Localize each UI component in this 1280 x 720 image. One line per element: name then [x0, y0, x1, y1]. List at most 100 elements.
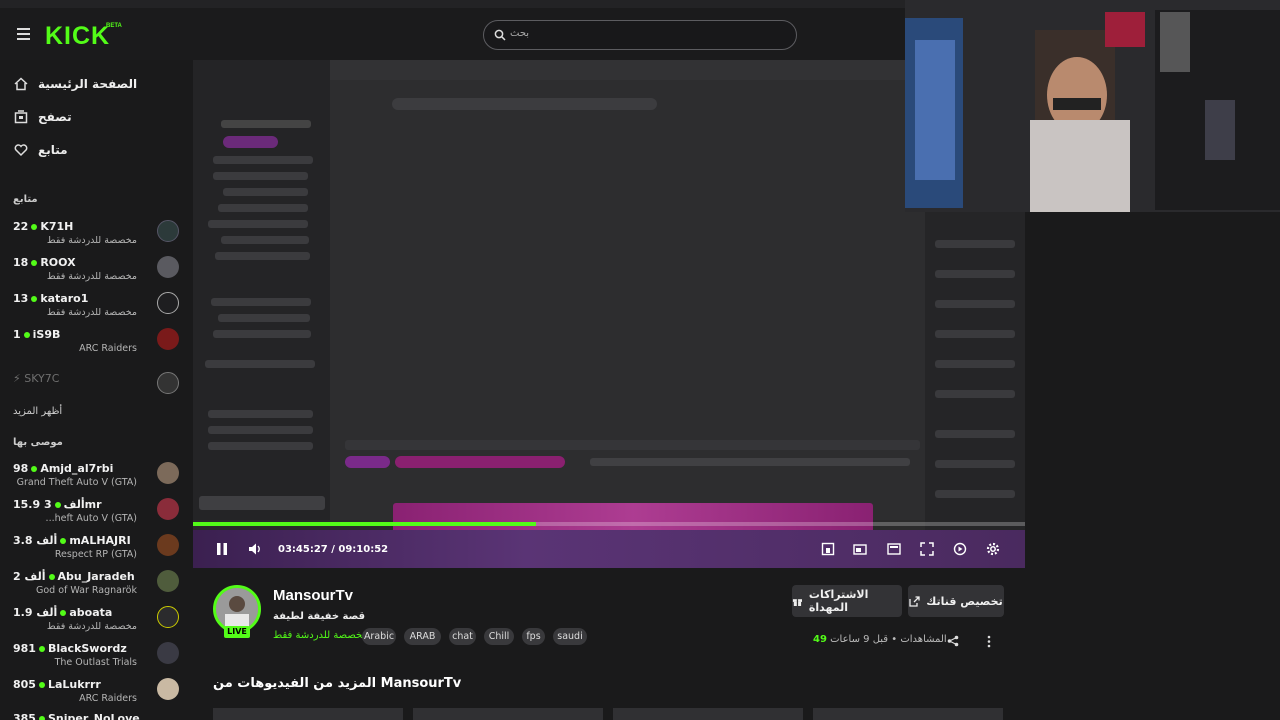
gift-subs-button[interactable]: الاشتراكات المهداة	[792, 585, 902, 617]
video-thumbnail[interactable]	[413, 708, 603, 720]
theatre-mode-icon[interactable]	[853, 542, 867, 556]
playback-speed-icon[interactable]	[953, 542, 967, 556]
channel-name: Amjd_al7rbi	[40, 462, 114, 475]
recommended-channel[interactable]: 2 ألف Abu_Jaradeh God of War Ragnarök	[0, 568, 185, 600]
video-thumbnail[interactable]	[213, 708, 403, 720]
channel-category: Grand Theft Auto V (GTA)	[16, 477, 137, 488]
live-dot	[31, 465, 38, 472]
live-dot	[60, 537, 67, 544]
viewer-count: 385	[13, 712, 36, 720]
nav-following-label: متابع	[38, 143, 68, 157]
channel-category: مخصصة للدردشة فقط	[46, 235, 137, 246]
avatar	[157, 256, 179, 278]
gift-icon	[792, 599, 802, 606]
recommended-channel[interactable]: 3.8 ألف mALHAJRI Respect RP (GTA)	[0, 532, 185, 564]
recommended-section-title: موصى بها	[13, 437, 63, 448]
tag-chip[interactable]: saudi	[553, 628, 587, 645]
channel-name: kataro1	[40, 292, 89, 305]
channel-name: mALHAJRI	[69, 534, 131, 547]
recommended-channel[interactable]: 15.9 ألف3mr ...heft Auto V (GTA)	[0, 496, 185, 528]
channel-name: K71H	[40, 220, 74, 233]
following-channel[interactable]: 1 iS9B ARC Raiders	[0, 326, 185, 358]
channel-category: ARC Raiders	[79, 343, 137, 354]
tag-chip[interactable]: Arabic	[362, 628, 396, 645]
search-input[interactable]: بحث	[483, 20, 797, 50]
duration: 09:10:52	[338, 544, 389, 555]
webcam-feed	[905, 0, 1280, 212]
kick-logo[interactable]: KICK	[45, 22, 110, 51]
following-channel[interactable]: 22 K71H مخصصة للدردشة فقط	[0, 218, 185, 250]
viewer-count: 98	[13, 462, 29, 475]
tag-chip[interactable]: chat	[449, 628, 476, 645]
viewer-count: 1.9 ألف	[13, 606, 58, 619]
progress-fill	[193, 522, 537, 526]
channel-category: مخصصة للدردشة فقط	[46, 621, 137, 632]
avatar	[157, 642, 179, 664]
video-thumbnail[interactable]	[813, 708, 1003, 720]
viewer-count: 2 ألف	[13, 570, 46, 583]
recommended-channel[interactable]: 1.9 ألف aboata مخصصة للدردشة فقط	[0, 604, 185, 636]
view-count: 49	[813, 634, 827, 645]
tag-chip[interactable]: fps	[522, 628, 545, 645]
viewer-count: 13	[13, 292, 29, 305]
share-icon[interactable]	[947, 635, 959, 647]
following-channel[interactable]: 13 kataro1 مخصصة للدردشة فقط	[0, 290, 185, 322]
channel-name: Abu_Jaradeh	[57, 570, 135, 583]
avatar	[157, 328, 179, 350]
volume-icon[interactable]	[248, 542, 262, 556]
recommended-channel[interactable]: 98 Amjd_al7rbi Grand Theft Auto V (GTA)	[0, 460, 185, 492]
channel-category: ...heft Auto V (GTA)	[45, 513, 137, 524]
live-dot	[38, 715, 45, 720]
channel-name: aboata	[69, 606, 113, 619]
more-options-icon[interactable]	[985, 635, 993, 648]
following-channel[interactable]: 18 ROOX مخصصة للدردشة فقط	[0, 254, 185, 286]
channel-name: iS9B	[32, 328, 61, 341]
video-thumbnail[interactable]	[613, 708, 803, 720]
avatar	[157, 606, 179, 628]
sidebar: الصفحة الرئيسية تصفح متابع متابع 22 K71H …	[0, 60, 185, 720]
stream-title: قصة خفيفة لطيفة	[273, 611, 366, 622]
clip-icon[interactable]	[821, 542, 835, 556]
tag-chip[interactable]: ARAB	[404, 628, 441, 645]
tag-chip[interactable]: Chill	[484, 628, 514, 645]
pause-icon[interactable]	[215, 542, 229, 556]
customize-channel-button[interactable]: تخصيص قناتك	[908, 585, 1004, 617]
stream-meta: 49 المشاهدات • قبل 9 ساعات	[813, 634, 947, 645]
settings-gear-icon[interactable]	[986, 542, 1000, 556]
live-dot	[38, 681, 45, 688]
following-section-title: متابع	[13, 194, 38, 205]
stream-category[interactable]: مخصصة للدردشة فقط	[273, 630, 368, 641]
nav-home-label: الصفحة الرئيسية	[38, 77, 138, 91]
nav-home[interactable]: الصفحة الرئيسية	[0, 70, 185, 98]
viewer-count: 22	[13, 220, 29, 233]
home-icon	[14, 77, 28, 91]
channel-name: BlackSwordz	[47, 642, 127, 655]
nav-browse[interactable]: تصفح	[0, 103, 185, 131]
stream-promo-banner	[393, 503, 873, 533]
fullscreen-icon[interactable]	[920, 542, 934, 556]
recommended-channel[interactable]: 981 BlackSwordz The Outlast Trials	[0, 640, 185, 672]
live-dot	[31, 223, 38, 230]
meta-separator: •	[888, 634, 898, 645]
search-icon	[494, 29, 506, 41]
channel-name: LaLukrrr	[47, 678, 101, 691]
recommended-channel[interactable]: 805 LaLukrrr ARC Raiders	[0, 676, 185, 708]
live-dot	[48, 573, 55, 580]
viewer-count: 805	[13, 678, 36, 691]
following-channel-offline[interactable]: ⚡︎ SKY7C	[0, 370, 185, 402]
avatar	[157, 678, 179, 700]
streamer-name[interactable]: MansourTv	[273, 587, 353, 604]
heart-icon	[14, 144, 28, 157]
live-dot	[23, 331, 30, 338]
search-placeholder: بحث	[510, 28, 530, 39]
show-more-link[interactable]: أظهر المزيد	[13, 406, 62, 417]
recommended-channel[interactable]: 385 Sniper_NoLove	[0, 710, 185, 720]
menu-icon[interactable]	[17, 28, 30, 40]
pip-icon[interactable]	[887, 542, 901, 556]
viewer-count: 18	[13, 256, 29, 269]
nav-following[interactable]: متابع	[0, 136, 185, 164]
avatar	[157, 570, 179, 592]
more-videos-heading: المزيد من الفيديوهات من MansourTv	[213, 676, 462, 691]
video-player[interactable]: 03:45:27 / 09:10:52	[193, 60, 1025, 568]
avatar	[157, 372, 179, 394]
